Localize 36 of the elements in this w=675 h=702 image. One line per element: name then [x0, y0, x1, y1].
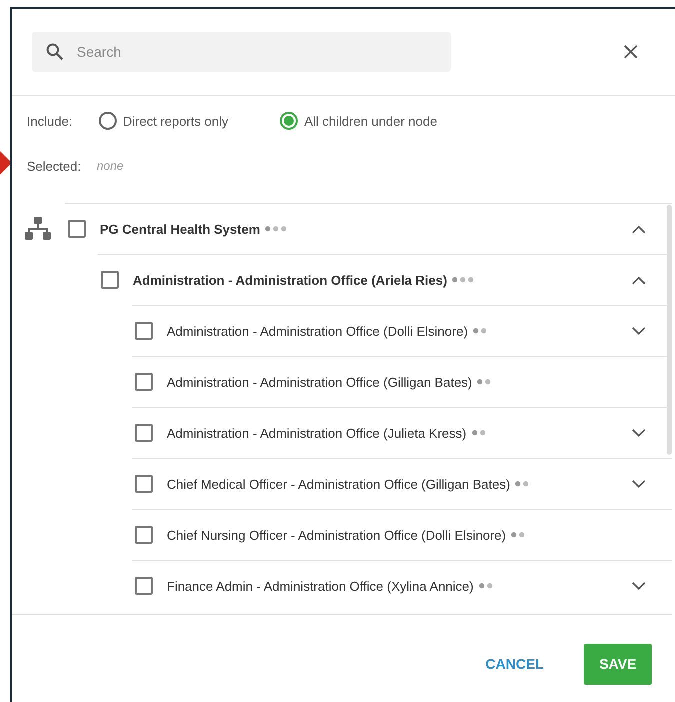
checkbox[interactable]: [135, 577, 153, 595]
tree-node-label[interactable]: Finance Admin - Administration Office (Xylina Annice): [167, 578, 474, 594]
checkbox[interactable]: [135, 526, 153, 544]
tree-node-label[interactable]: Administration - Administration Office (Ariela Ries): [133, 272, 448, 288]
pointer-arrow-icon: [0, 151, 12, 175]
checkbox[interactable]: [135, 424, 153, 442]
include-label: Include:: [27, 114, 74, 128]
selected-label: Selected:: [27, 158, 82, 174]
scrollbar[interactable]: [667, 205, 672, 455]
expand-icon[interactable]: [632, 480, 646, 488]
tree-node-label[interactable]: Administration - Administration Office (Dolli Elsinore): [167, 324, 468, 338]
tree-node-label[interactable]: Administration - Administration Office (Gilligan Bates): [167, 374, 472, 390]
collapse-icon[interactable]: [632, 224, 646, 234]
tree-node-label[interactable]: PG Central Health System: [100, 222, 260, 236]
checkbox[interactable]: [101, 271, 119, 289]
org-chart-icon: [25, 217, 51, 241]
tree-node-label[interactable]: Chief Medical Officer - Administration Office (Gilligan Bates): [167, 476, 510, 492]
expand-icon[interactable]: [632, 326, 646, 336]
expand-icon[interactable]: [632, 428, 646, 438]
checkbox[interactable]: [68, 220, 86, 238]
radio-option[interactable]: Direct reports only: [99, 112, 228, 130]
expand-icon[interactable]: [632, 582, 646, 590]
collapse-icon[interactable]: [632, 276, 646, 284]
tree-node-label[interactable]: Chief Nursing Officer - Administration Office (Dolli Elsinore): [167, 528, 506, 542]
cancel-button[interactable]: CANCEL: [480, 655, 550, 673]
radio-option[interactable]: All children under node: [280, 112, 438, 130]
checkbox[interactable]: [135, 373, 153, 391]
tree-node-label[interactable]: Administration - Administration Office (Julieta Kress): [167, 426, 467, 440]
radio-button[interactable]: [280, 112, 298, 130]
radio-button[interactable]: [99, 112, 117, 130]
checkbox[interactable]: [135, 475, 153, 493]
close-icon[interactable]: [623, 44, 639, 60]
search-icon: [46, 43, 64, 61]
search-field[interactable]: Search: [32, 32, 451, 72]
selected-value: none: [97, 159, 124, 173]
checkbox[interactable]: [135, 322, 153, 340]
